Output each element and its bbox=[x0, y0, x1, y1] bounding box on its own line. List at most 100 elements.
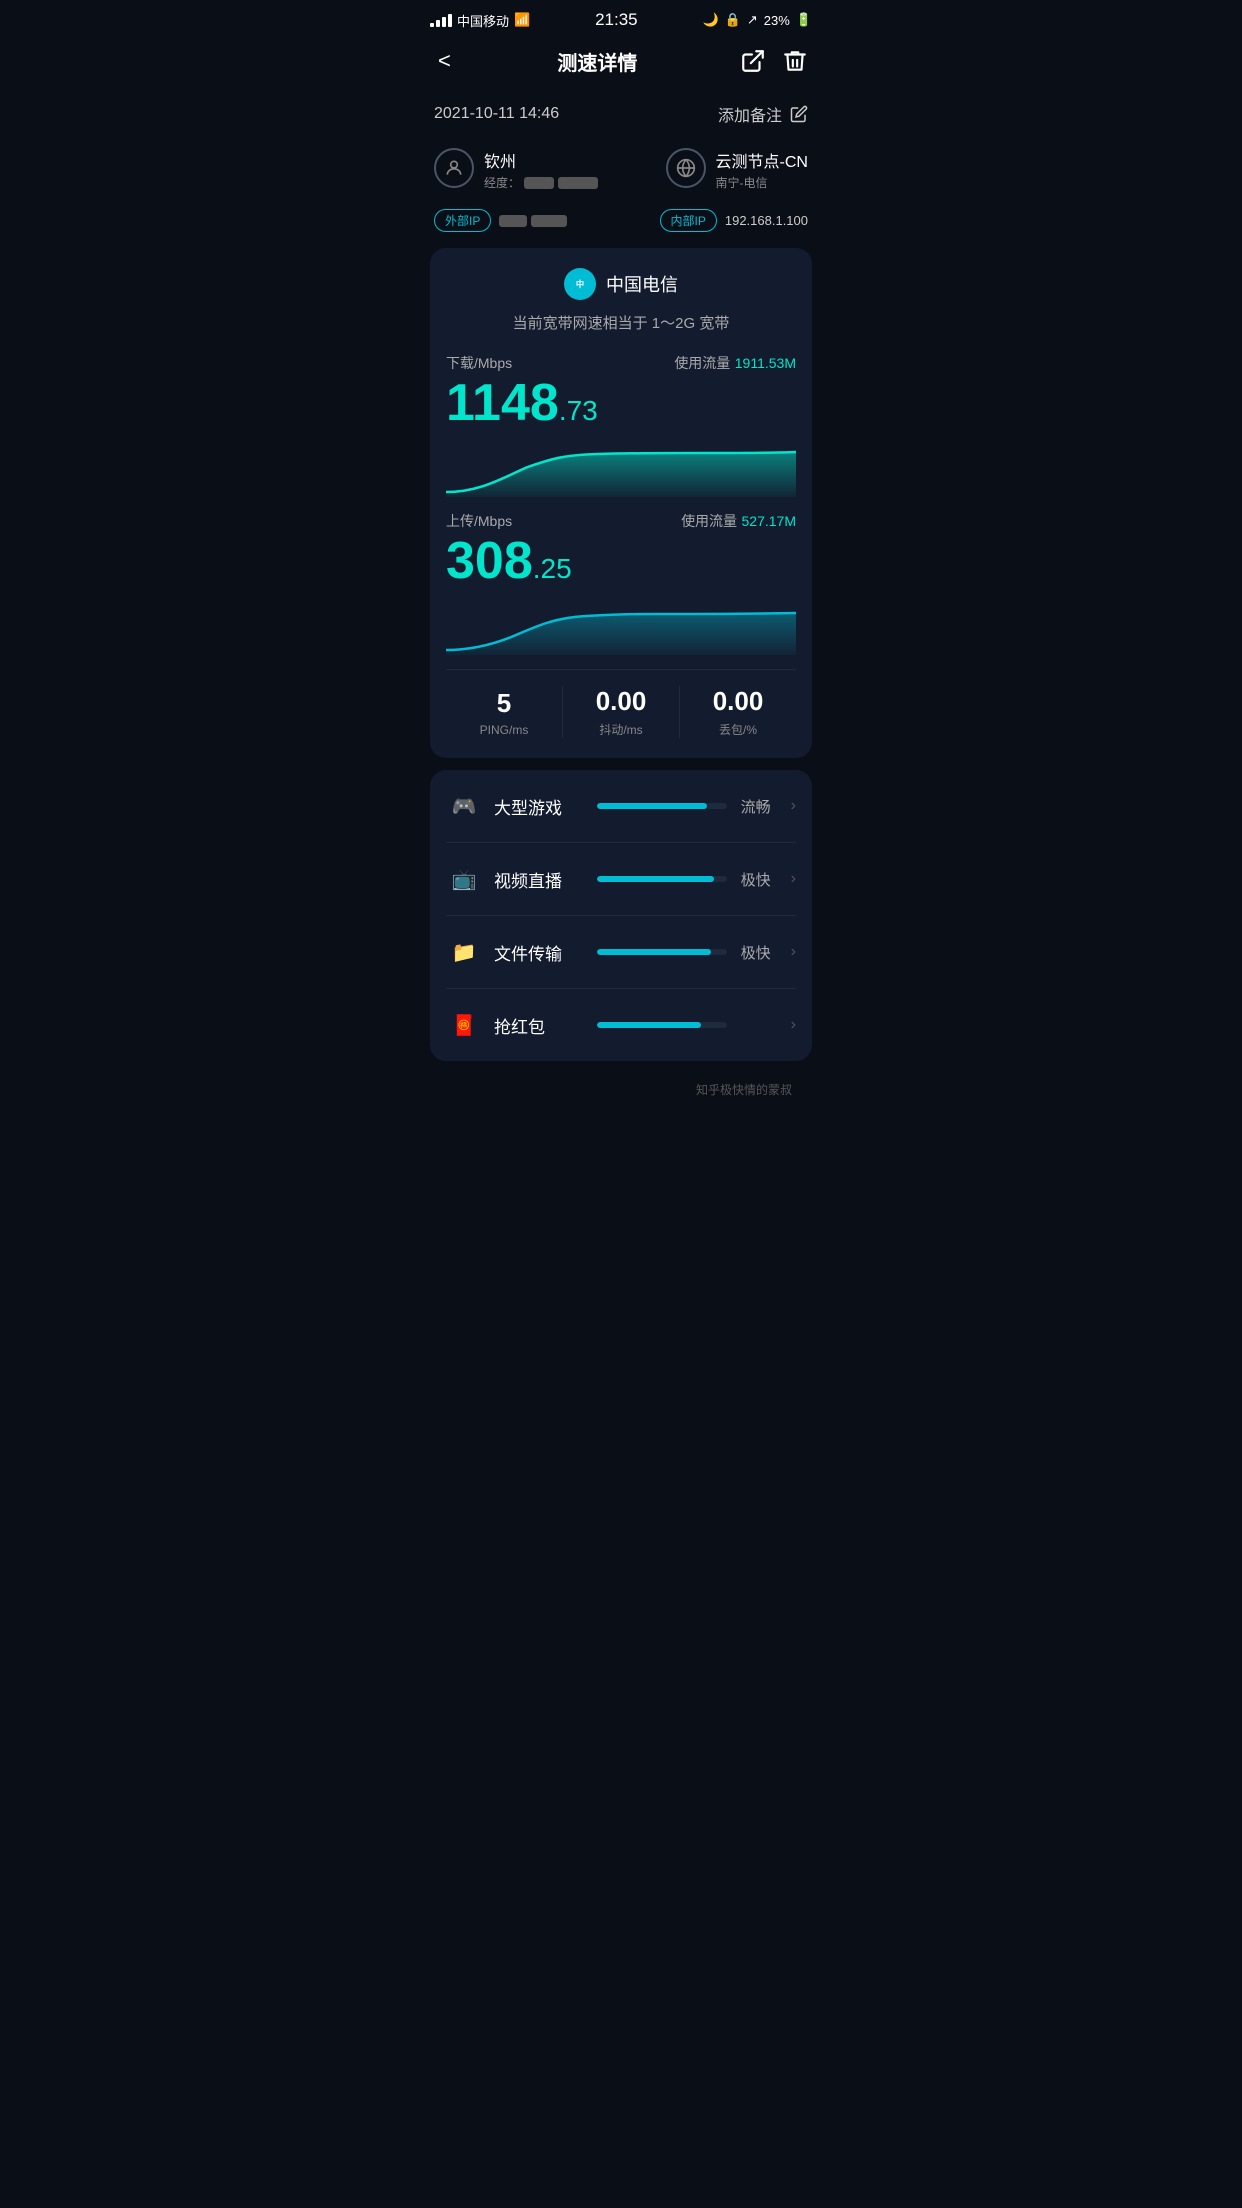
usage-bar-fill-0 bbox=[597, 803, 708, 809]
usage-list: 🎮 大型游戏 流畅 › 📺 视频直播 极快 › 📁 文件传输 极快 › bbox=[446, 770, 796, 1061]
usage-bar-area-3: › bbox=[597, 1016, 796, 1034]
ext-ip-blur2 bbox=[531, 215, 567, 227]
usage-bar-1 bbox=[597, 876, 727, 882]
delete-icon[interactable] bbox=[782, 48, 808, 74]
download-value: 1148.73 bbox=[446, 377, 796, 429]
usage-name-3: 抢红包 bbox=[494, 1013, 597, 1038]
usage-status-1: 极快 bbox=[739, 869, 771, 890]
share-icon[interactable] bbox=[740, 48, 766, 74]
download-label-row: 下载/Mbps 使用流量 1911.53M bbox=[446, 353, 796, 373]
jitter-value: 0.00 bbox=[563, 686, 679, 717]
usage-item[interactable]: 📁 文件传输 极快 › bbox=[446, 916, 796, 989]
chevron-icon-1: › bbox=[791, 870, 796, 888]
upload-decimal: .25 bbox=[533, 553, 572, 584]
server-sub: 南宁-电信 bbox=[716, 174, 808, 191]
server-name: 云测节点-CN bbox=[716, 148, 808, 172]
bottom-note: 知乎极快情的蒙叔 bbox=[430, 1073, 812, 1106]
signal-icon bbox=[430, 14, 452, 27]
download-label: 下载/Mbps bbox=[446, 353, 512, 373]
usage-status-0: 流畅 bbox=[739, 796, 771, 817]
back-button[interactable]: < bbox=[434, 44, 455, 78]
usage-icon-2: 📁 bbox=[446, 934, 482, 970]
usage-bar-area-1: 极快 › bbox=[597, 869, 796, 890]
usage-item[interactable]: 🎮 大型游戏 流畅 › bbox=[446, 770, 796, 843]
chevron-icon-2: › bbox=[791, 943, 796, 961]
isp-name: 中国电信 bbox=[606, 271, 678, 297]
server-info: 云测节点-CN 南宁-电信 bbox=[666, 148, 808, 191]
usage-item[interactable]: 🧧 抢红包 › bbox=[446, 989, 796, 1061]
ping-row: 5 PING/ms 0.00 抖动/ms 0.00 丢包/% bbox=[446, 669, 796, 738]
nav-bar: < 测速详情 bbox=[414, 36, 828, 90]
ip-row: 外部IP 内部IP 192.168.1.100 bbox=[430, 201, 812, 248]
usage-card: 🎮 大型游戏 流畅 › 📺 视频直播 极快 › 📁 文件传输 极快 › bbox=[430, 770, 812, 1061]
jitter-item: 0.00 抖动/ms bbox=[562, 686, 679, 738]
lock-icon: 🔒 bbox=[725, 12, 741, 28]
svg-text:中: 中 bbox=[576, 279, 584, 289]
usage-icon-3: 🧧 bbox=[446, 1007, 482, 1043]
upload-label: 上传/Mbps bbox=[446, 511, 512, 531]
city-name: 钦州 bbox=[484, 148, 598, 172]
external-ip-section: 外部IP bbox=[434, 209, 567, 232]
info-row: 钦州 经度： 云测节点-CN 南宁-电信 bbox=[430, 138, 812, 201]
usage-name-2: 文件传输 bbox=[494, 940, 597, 965]
globe-icon bbox=[666, 148, 706, 188]
chevron-icon-0: › bbox=[791, 797, 796, 815]
location-text: 钦州 经度： bbox=[484, 148, 598, 191]
ping-value: 5 bbox=[446, 688, 562, 719]
download-chart bbox=[446, 437, 796, 497]
internal-ip-value: 192.168.1.100 bbox=[725, 213, 808, 228]
time-label: 21:35 bbox=[595, 10, 638, 30]
download-traffic: 使用流量 1911.53M bbox=[674, 353, 796, 373]
download-traffic-label: 使用流量 bbox=[674, 355, 730, 371]
usage-bar-0 bbox=[597, 803, 727, 809]
page-title: 测速详情 bbox=[557, 47, 637, 76]
status-bar: 中国移动 📶 21:35 🌙 🔒 ↗ 23% 🔋 bbox=[414, 0, 828, 36]
usage-bar-area-2: 极快 › bbox=[597, 942, 796, 963]
ext-ip-blur1 bbox=[499, 215, 527, 227]
usage-bar-fill-1 bbox=[597, 876, 714, 882]
add-note-button[interactable]: 添加备注 bbox=[718, 102, 808, 126]
usage-status-2: 极快 bbox=[739, 942, 771, 963]
upload-chart bbox=[446, 595, 796, 655]
carrier-label: 中国移动 bbox=[457, 11, 509, 30]
packet-loss-label: 丢包/% bbox=[680, 721, 796, 738]
usage-bar-fill-2 bbox=[597, 949, 711, 955]
usage-bar-fill-3 bbox=[597, 1022, 701, 1028]
packet-loss-item: 0.00 丢包/% bbox=[679, 686, 796, 738]
usage-icon-0: 🎮 bbox=[446, 788, 482, 824]
coord-blur1 bbox=[524, 177, 554, 189]
coord-row: 经度： bbox=[484, 174, 598, 191]
server-text: 云测节点-CN 南宁-电信 bbox=[716, 148, 808, 191]
battery-label: 23% bbox=[764, 13, 790, 28]
ping-item: 5 PING/ms bbox=[446, 688, 562, 737]
upload-traffic-label: 使用流量 bbox=[681, 513, 737, 529]
coord-label: 经度： bbox=[484, 174, 520, 191]
moon-icon: 🌙 bbox=[703, 12, 719, 28]
upload-label-row: 上传/Mbps 使用流量 527.17M bbox=[446, 511, 796, 531]
ping-label: PING/ms bbox=[446, 723, 562, 737]
external-ip-value bbox=[499, 215, 567, 227]
usage-bar-3 bbox=[597, 1022, 727, 1028]
usage-item[interactable]: 📺 视频直播 极快 › bbox=[446, 843, 796, 916]
upload-section: 上传/Mbps 使用流量 527.17M 308.25 bbox=[446, 511, 796, 655]
download-decimal: .73 bbox=[559, 395, 598, 426]
edit-icon bbox=[790, 105, 808, 123]
telecom-logo: 中 bbox=[564, 268, 596, 300]
speed-description: 当前宽带网速相当于 1～2G 宽带 bbox=[446, 312, 796, 333]
add-note-label: 添加备注 bbox=[718, 102, 782, 126]
download-main: 1148 bbox=[446, 374, 559, 432]
status-right: 🌙 🔒 ↗ 23% 🔋 bbox=[703, 12, 813, 28]
usage-bar-2 bbox=[597, 949, 727, 955]
usage-name-0: 大型游戏 bbox=[494, 794, 597, 819]
status-left: 中国移动 📶 bbox=[430, 11, 530, 30]
isp-header: 中 中国电信 bbox=[446, 268, 796, 300]
download-traffic-value: 1911.53M bbox=[735, 355, 796, 371]
jitter-label: 抖动/ms bbox=[563, 721, 679, 738]
usage-bar-area-0: 流畅 › bbox=[597, 796, 796, 817]
upload-traffic: 使用流量 527.17M bbox=[681, 511, 796, 531]
date-row: 2021-10-11 14:46 添加备注 bbox=[430, 90, 812, 138]
upload-value: 308.25 bbox=[446, 535, 796, 587]
internal-ip-badge: 内部IP bbox=[660, 209, 717, 232]
battery-icon: 🔋 bbox=[796, 12, 812, 28]
datetime-label: 2021-10-11 14:46 bbox=[434, 105, 559, 123]
